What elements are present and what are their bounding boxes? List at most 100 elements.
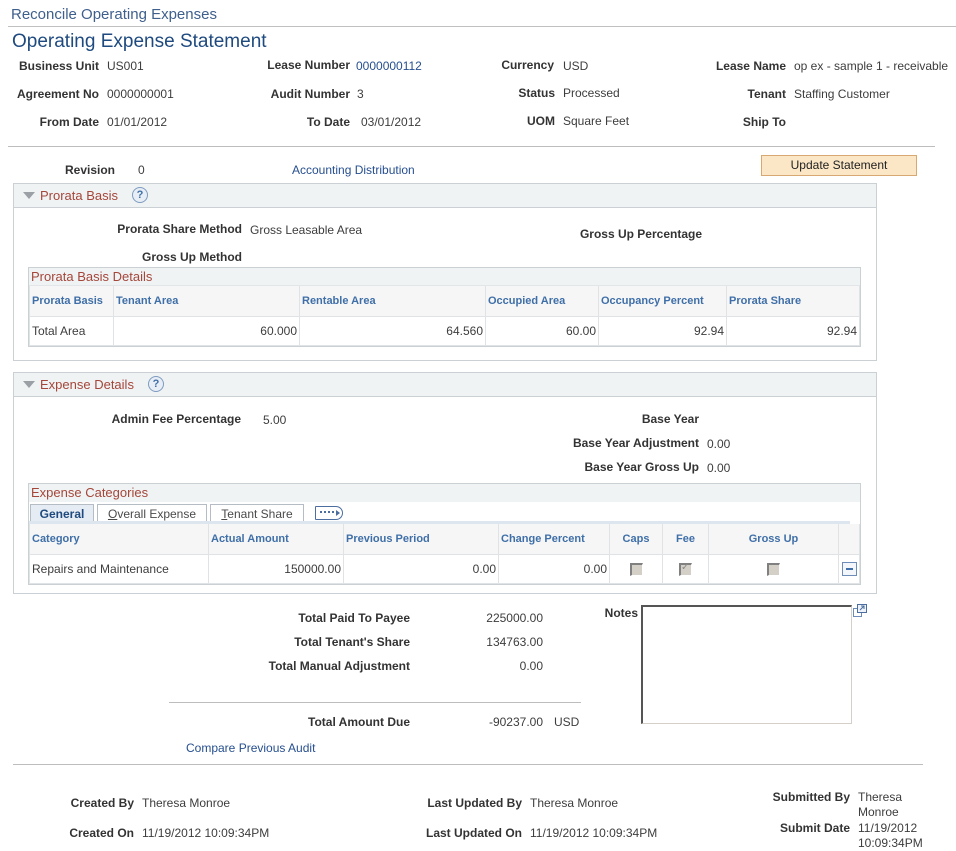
base-year-label: Base Year	[641, 412, 699, 426]
cell-prorata-share: 92.94	[726, 315, 860, 346]
total-manual-adjustment-label: Total Manual Adjustment	[268, 659, 410, 673]
business-unit-label: Business Unit	[18, 59, 99, 73]
total-amount-due-value: -90237.00	[488, 715, 543, 729]
submit-date-line1: 11/19/2012	[858, 821, 918, 835]
expand-textarea-icon[interactable]	[853, 604, 867, 617]
col-prorata-share[interactable]: Prorata Share	[726, 286, 860, 317]
help-icon[interactable]: ?	[148, 376, 164, 392]
page-title: Operating Expense Statement	[12, 31, 267, 52]
gross-up-checkbox[interactable]	[767, 562, 780, 576]
last-updated-on-value: 11/19/2012 10:09:34PM	[530, 826, 658, 840]
tab-overall-expense-label: verall Expense	[117, 507, 197, 521]
cell-rentable-area: 64.560	[299, 315, 486, 346]
base-year-gross-up-value: 0.00	[707, 461, 731, 475]
created-on-value: 11/19/2012 10:09:34PM	[142, 826, 270, 840]
prorata-basis-title: Prorata Basis	[40, 188, 119, 203]
col-fee[interactable]: Fee	[662, 524, 709, 555]
from-date-label: From Date	[39, 115, 99, 129]
help-icon[interactable]: ?	[132, 187, 148, 203]
delete-row-icon[interactable]	[841, 561, 857, 576]
from-date-value: 01/01/2012	[107, 115, 168, 129]
compare-previous-audit-link[interactable]: Compare Previous Audit	[186, 741, 315, 755]
prorata-basis-section: Prorata Basis ? Prorata Share Method Gro…	[13, 183, 877, 361]
gross-up-percentage-label: Gross Up Percentage	[579, 227, 702, 241]
notes-textarea[interactable]	[641, 605, 852, 724]
breadcrumb: Reconcile Operating Expenses	[11, 6, 217, 23]
base-year-gross-up-label: Base Year Gross Up	[584, 460, 699, 474]
to-date-value: 03/01/2012	[361, 115, 422, 129]
update-statement-button[interactable]: Update Statement	[761, 155, 917, 176]
col-occupancy-percent[interactable]: Occupancy Percent	[598, 286, 727, 317]
total-amount-due-label: Total Amount Due	[308, 715, 410, 729]
cell-previous-period: 0.00	[343, 553, 499, 584]
cell-occupied-area: 60.00	[485, 315, 599, 346]
submitted-by-line2: Monroe	[858, 805, 899, 819]
collapse-triangle-icon[interactable]	[23, 192, 35, 199]
submitted-by-value: Theresa Monroe	[858, 790, 902, 820]
agreement-no-value: 0000000001	[107, 87, 174, 101]
col-gross-up[interactable]: Gross Up	[708, 524, 839, 555]
audit-number-label: Audit Number	[270, 87, 350, 101]
fee-checkbox[interactable]	[679, 562, 692, 576]
prorata-share-method-label: Prorata Share Method	[117, 222, 242, 236]
lease-name-value: op ex - sample 1 - receivable	[794, 59, 949, 73]
created-by-value: Theresa Monroe	[142, 796, 231, 810]
expense-categories-tabs: General Overall Expense Tenant Share	[29, 502, 860, 524]
base-year-adjustment-label: Base Year Adjustment	[572, 436, 699, 450]
expense-header-row: Category Actual Amount Previous Period C…	[29, 524, 860, 555]
cell-occupancy-percent: 92.94	[598, 315, 727, 346]
last-updated-on-label: Last Updated On	[425, 826, 522, 840]
top-divider	[8, 26, 956, 27]
submit-date-label: Submit Date	[779, 821, 850, 835]
col-tenant-area[interactable]: Tenant Area	[113, 286, 300, 317]
cell-category: Repairs and Maintenance	[29, 553, 209, 584]
uom-value: Square Feet	[563, 114, 630, 128]
prorata-basis-details-title: Prorata Basis Details	[29, 268, 860, 286]
tab-tenant-share-label: enant Share	[227, 507, 293, 521]
expense-categories-title: Expense Categories	[29, 484, 860, 502]
lease-number-link[interactable]: 0000000112	[356, 59, 422, 73]
submitted-by-line1: Theresa	[858, 790, 903, 804]
table-row: Total Area 60.000 64.560 60.00 92.94 92.…	[29, 315, 860, 346]
audit-divider	[13, 764, 923, 765]
submit-date-line2: 10:09:34PM	[858, 836, 923, 850]
col-rentable-area[interactable]: Rentable Area	[299, 286, 486, 317]
expense-details-header[interactable]: Expense Details ?	[14, 373, 876, 397]
to-date-label: To Date	[306, 115, 350, 129]
caps-checkbox[interactable]	[629, 562, 643, 576]
col-actual-amount[interactable]: Actual Amount	[208, 524, 344, 555]
cell-tenant-area: 60.000	[113, 315, 300, 346]
accounting-distribution-link[interactable]: Accounting Distribution	[292, 163, 415, 177]
prorata-basis-header[interactable]: Prorata Basis ?	[14, 184, 876, 208]
revision-value: 0	[138, 163, 145, 177]
total-amount-due-currency: USD	[554, 715, 580, 729]
col-caps[interactable]: Caps	[609, 524, 663, 555]
col-category[interactable]: Category	[29, 524, 209, 555]
created-by-label: Created By	[70, 796, 134, 810]
expense-categories-grid: Expense Categories General Overall Expen…	[28, 483, 861, 585]
currency-value: USD	[563, 59, 589, 73]
cell-actual-amount: 150000.00	[208, 553, 344, 584]
uom-label: UOM	[527, 114, 555, 128]
header-divider	[8, 146, 935, 147]
total-manual-adjustment-value: 0.00	[519, 659, 543, 673]
tenant-label: Tenant	[747, 87, 786, 101]
currency-label: Currency	[501, 58, 554, 72]
audit-number-value: 3	[357, 87, 364, 101]
tab-overall-expense-accesskey: O	[107, 507, 118, 521]
collapse-triangle-icon[interactable]	[23, 381, 35, 388]
tenant-value: Staffing Customer	[794, 87, 890, 101]
submit-date-value: 11/19/2012 10:09:34PM	[858, 821, 923, 851]
lease-number-label: Lease Number	[267, 58, 350, 72]
base-year-adjustment-value: 0.00	[707, 437, 731, 451]
prorata-header-row: Prorata Basis Tenant Area Rentable Area …	[29, 286, 860, 317]
totals-divider	[169, 702, 581, 703]
col-prorata-basis[interactable]: Prorata Basis	[29, 286, 114, 317]
col-actions	[838, 524, 860, 555]
prorata-basis-details-grid: Prorata Basis Details Prorata Basis Tena…	[28, 267, 861, 347]
show-all-columns-icon[interactable]	[315, 506, 343, 520]
col-change-percent[interactable]: Change Percent	[498, 524, 610, 555]
cell-change-percent: 0.00	[498, 553, 610, 584]
col-occupied-area[interactable]: Occupied Area	[485, 286, 599, 317]
col-previous-period[interactable]: Previous Period	[343, 524, 499, 555]
